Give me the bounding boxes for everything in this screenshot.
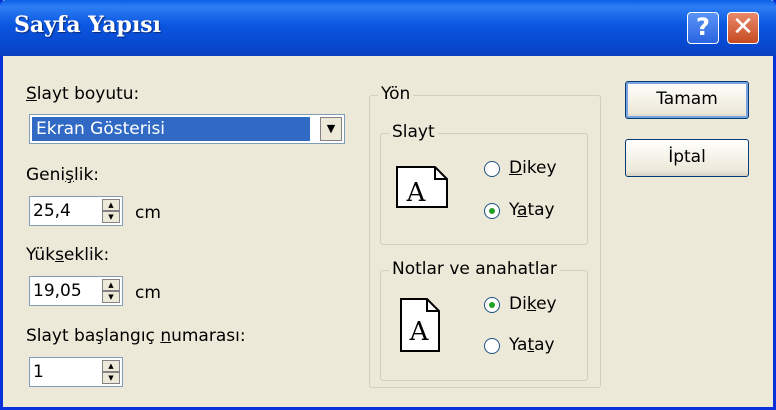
ok-button[interactable]: Tamam [625, 81, 749, 119]
spin-up-icon[interactable]: ▲ [102, 199, 120, 211]
cancel-button[interactable]: İptal [625, 139, 749, 177]
width-label: Genişlik: [26, 165, 100, 185]
slide-size-select[interactable]: Ekran Gösterisi ▼ [29, 114, 345, 144]
width-unit: cm [135, 203, 161, 223]
spin-up-icon[interactable]: ▲ [102, 360, 120, 372]
spin-down-icon[interactable]: ▼ [102, 211, 120, 223]
slides-portrait-radio[interactable] [484, 161, 500, 177]
notes-orientation-group: Notlar ve anahatlar A Dikey Yatay [380, 259, 588, 381]
height-label: Yükseklik: [26, 245, 110, 265]
start-number-label: Slayt başlangıç numarası: [26, 326, 246, 346]
title-bar[interactable]: Sayfa Yapısı ? ✕ [0, 0, 776, 56]
spin-up-icon[interactable]: ▲ [102, 279, 120, 291]
spin-down-icon[interactable]: ▼ [102, 291, 120, 303]
close-button[interactable]: ✕ [727, 12, 759, 44]
notes-landscape-label[interactable]: Yatay [509, 335, 555, 355]
orientation-group: Yön Slayt A Dikey Yatay Notlar ve anahat… [369, 84, 601, 388]
slides-orientation-group: Slayt A Dikey Yatay [380, 122, 588, 245]
slides-landscape-label[interactable]: Yatay [509, 200, 555, 220]
page-setup-dialog: Sayfa Yapısı ? ✕ Slayt boyutu: Ekran Gös… [0, 0, 776, 410]
svg-text:A: A [406, 178, 427, 208]
slides-landscape-radio[interactable] [484, 203, 500, 219]
notes-orientation-title: Notlar ve anahatlar [389, 259, 560, 279]
height-unit: cm [135, 283, 161, 303]
dropdown-arrow-icon[interactable]: ▼ [320, 117, 342, 141]
orientation-title: Yön [378, 84, 414, 104]
help-button[interactable]: ? [687, 12, 719, 44]
slides-portrait-label[interactable]: Dikey [509, 158, 557, 178]
height-value[interactable]: 19,05 [33, 280, 82, 302]
close-icon: ✕ [732, 12, 754, 42]
notes-portrait-label[interactable]: Dikey [509, 294, 557, 314]
width-value[interactable]: 25,4 [33, 200, 71, 222]
height-stepper[interactable]: 19,05 ▲ ▼ [29, 276, 123, 306]
slide-size-label: Slayt boyutu: [26, 84, 140, 104]
portrait-page-icon: A [400, 298, 440, 352]
slide-size-value: Ekran Gösterisi [32, 117, 310, 141]
landscape-page-icon: A [396, 166, 448, 208]
start-number-stepper[interactable]: 1 ▲ ▼ [29, 357, 123, 387]
help-icon: ? [696, 13, 710, 41]
notes-landscape-radio[interactable] [484, 338, 500, 354]
svg-text:A: A [409, 317, 430, 347]
window-title: Sayfa Yapısı [14, 12, 162, 38]
width-stepper[interactable]: 25,4 ▲ ▼ [29, 196, 123, 226]
start-number-value[interactable]: 1 [33, 361, 44, 383]
spin-down-icon[interactable]: ▼ [102, 372, 120, 384]
notes-portrait-radio[interactable] [484, 297, 500, 313]
slides-orientation-title: Slayt [389, 122, 438, 142]
